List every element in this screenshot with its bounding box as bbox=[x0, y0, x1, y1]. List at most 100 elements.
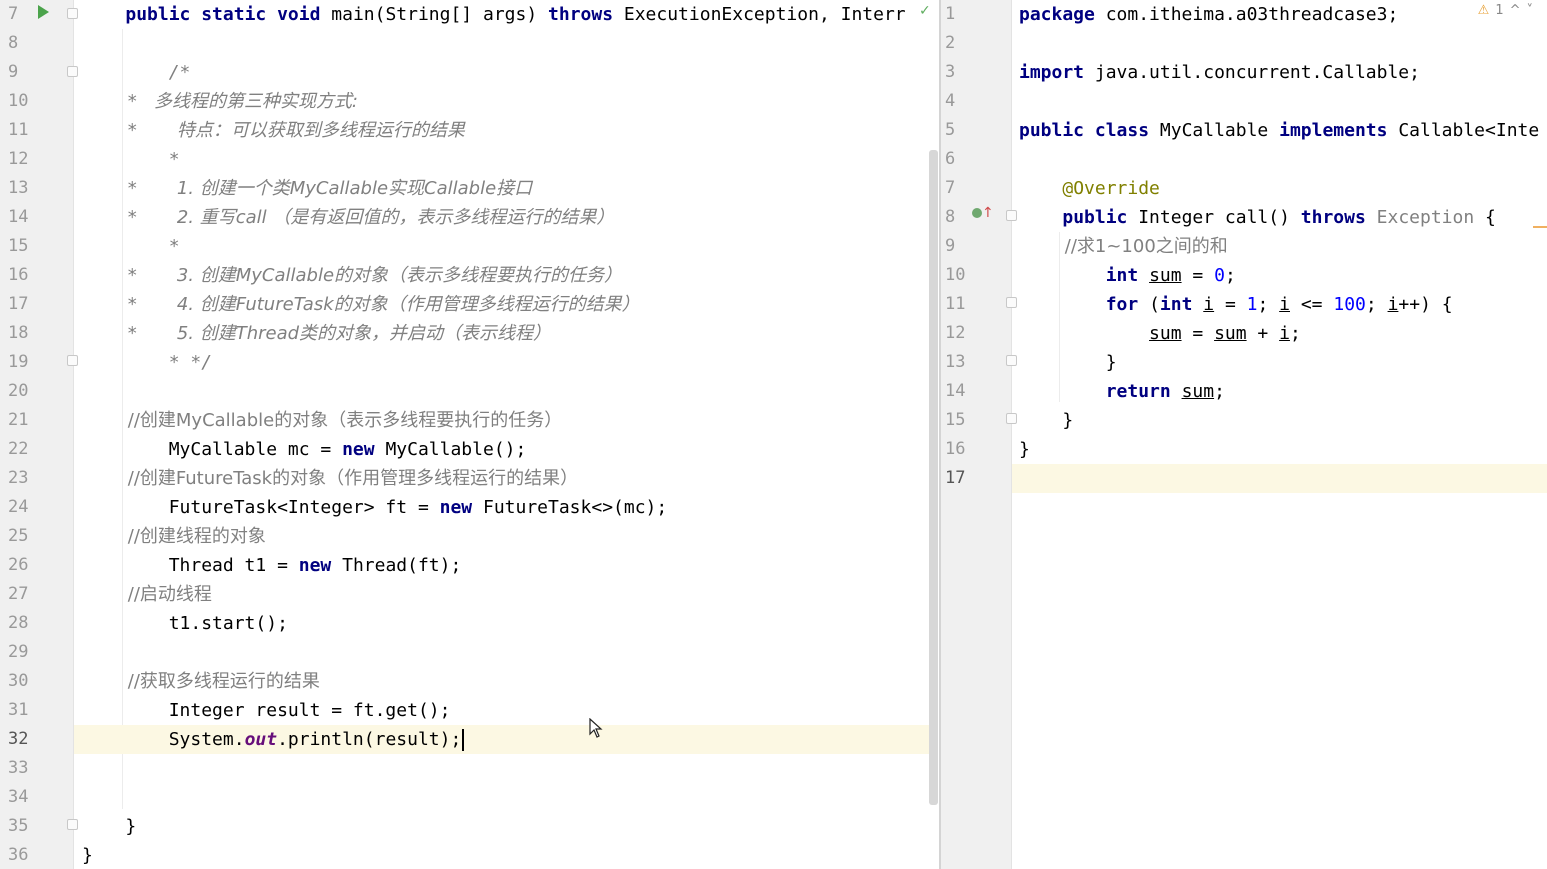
code-line[interactable]: for (int i = 1; i <= 100; i++) { bbox=[1012, 290, 1547, 319]
line-number[interactable]: 9 bbox=[8, 58, 38, 87]
code-line[interactable] bbox=[74, 29, 930, 58]
code-line[interactable]: int sum = 0; bbox=[1012, 261, 1547, 290]
line-number[interactable]: 3 bbox=[945, 58, 975, 87]
line-number[interactable]: 6 bbox=[945, 145, 975, 174]
code-line[interactable]: sum = sum + i; bbox=[1012, 319, 1547, 348]
line-number[interactable]: 16 bbox=[8, 261, 38, 290]
code-line[interactable]: * 5. 创建Thread类的对象，并启动（表示线程） bbox=[74, 319, 930, 348]
line-number[interactable]: 27 bbox=[8, 580, 38, 609]
code-line[interactable]: MyCallable mc = new MyCallable(); bbox=[74, 435, 930, 464]
line-number[interactable]: 7 bbox=[8, 0, 38, 29]
code-line[interactable]: //获取多线程运行的结果 bbox=[74, 667, 930, 696]
line-number[interactable]: 16 bbox=[945, 435, 975, 464]
code-line[interactable]: * 多线程的第三种实现方式: bbox=[74, 87, 930, 116]
code-line[interactable]: } bbox=[74, 812, 930, 841]
code-line[interactable]: return sum; bbox=[1012, 377, 1547, 406]
code-line[interactable]: System.out.println(result); bbox=[74, 725, 930, 754]
code-line[interactable]: Thread t1 = new Thread(ft); bbox=[74, 551, 930, 580]
code-line[interactable]: * 特点：可以获取到多线程运行的结果 bbox=[74, 116, 930, 145]
override-icon[interactable] bbox=[972, 208, 982, 218]
code-line[interactable]: public static void main(String[] args) t… bbox=[74, 0, 930, 29]
left-code-area[interactable]: public static void main(String[] args) t… bbox=[74, 0, 930, 869]
code-line[interactable] bbox=[1012, 145, 1547, 174]
line-number[interactable]: 25 bbox=[8, 522, 38, 551]
line-number[interactable]: 11 bbox=[945, 290, 975, 319]
line-number[interactable]: 35 bbox=[8, 812, 38, 841]
code-line[interactable]: FutureTask<Integer> ft = new FutureTask<… bbox=[74, 493, 930, 522]
previous-highlight-icon[interactable]: ^ bbox=[1510, 3, 1521, 18]
line-number[interactable]: 13 bbox=[945, 348, 975, 377]
code-line[interactable]: * bbox=[74, 232, 930, 261]
left-editor-pane[interactable]: 7 8 9 10 11 12 13 14 15 16 17 18 19 20 21 22 23 24 25 26 27 2… bbox=[0, 0, 940, 869]
code-line[interactable]: //创建MyCallable的对象（表示多线程要执行的任务） bbox=[74, 406, 930, 435]
line-number[interactable]: 29 bbox=[8, 638, 38, 667]
code-line[interactable]: public Integer call() throws Exception { bbox=[1012, 203, 1547, 232]
line-number[interactable]: 18 bbox=[8, 319, 38, 348]
warning-icon[interactable]: ⚠ bbox=[1478, 3, 1490, 18]
code-line[interactable] bbox=[1012, 29, 1547, 58]
right-editor-pane[interactable]: 1 2 3 4 5 6 7 8 9 10 11 12 13 14 15 16 17 package com.it… bbox=[941, 0, 1547, 869]
code-line[interactable]: //创建线程的对象 bbox=[74, 522, 930, 551]
code-line[interactable] bbox=[1012, 87, 1547, 116]
line-number[interactable]: 11 bbox=[8, 116, 38, 145]
code-line[interactable]: * */ bbox=[74, 348, 930, 377]
code-line[interactable] bbox=[74, 638, 930, 667]
line-number[interactable]: 14 bbox=[8, 203, 38, 232]
line-number[interactable]: 8 bbox=[945, 203, 975, 232]
code-line[interactable] bbox=[1012, 464, 1547, 493]
line-number[interactable]: 30 bbox=[8, 667, 38, 696]
code-line[interactable]: //求1~100之间的和 bbox=[1012, 232, 1547, 261]
line-number[interactable]: 36 bbox=[8, 841, 38, 869]
line-number[interactable]: 5 bbox=[945, 116, 975, 145]
line-number[interactable]: 12 bbox=[945, 319, 975, 348]
code-line[interactable] bbox=[74, 377, 930, 406]
code-line[interactable]: import java.util.concurrent.Callable; bbox=[1012, 58, 1547, 87]
code-line[interactable]: Integer result = ft.get(); bbox=[74, 696, 930, 725]
line-number[interactable]: 17 bbox=[8, 290, 38, 319]
line-number[interactable]: 28 bbox=[8, 609, 38, 638]
line-number[interactable]: 15 bbox=[945, 406, 975, 435]
line-number[interactable]: 13 bbox=[8, 174, 38, 203]
line-number[interactable]: 1 bbox=[945, 0, 975, 29]
code-line[interactable]: //启动线程 bbox=[74, 580, 930, 609]
line-number[interactable]: 20 bbox=[8, 377, 38, 406]
code-line[interactable]: * bbox=[74, 145, 930, 174]
vertical-scrollbar[interactable] bbox=[929, 150, 938, 805]
line-number[interactable]: 9 bbox=[945, 232, 975, 261]
line-number[interactable]: 24 bbox=[8, 493, 38, 522]
line-number[interactable]: 33 bbox=[8, 754, 38, 783]
code-line[interactable]: /* bbox=[74, 58, 930, 87]
warning-stripe-mark[interactable] bbox=[1533, 226, 1547, 228]
override-arrow-icon[interactable]: ↑ bbox=[982, 205, 994, 221]
code-line[interactable]: } bbox=[1012, 348, 1547, 377]
warning-count[interactable]: 1 bbox=[1495, 3, 1503, 18]
line-number[interactable]: 22 bbox=[8, 435, 38, 464]
line-number[interactable]: 10 bbox=[8, 87, 38, 116]
check-icon[interactable]: ✓ bbox=[919, 3, 931, 19]
code-line[interactable] bbox=[74, 783, 930, 812]
right-gutter[interactable]: 1 2 3 4 5 6 7 8 9 10 11 12 13 14 15 16 17 bbox=[941, 0, 1017, 869]
right-code-area[interactable]: package com.itheima.a03threadcase3; impor… bbox=[1012, 0, 1547, 869]
line-number[interactable]: 23 bbox=[8, 464, 38, 493]
code-line[interactable]: t1.start(); bbox=[74, 609, 930, 638]
line-number[interactable]: 12 bbox=[8, 145, 38, 174]
code-line[interactable]: public class MyCallable implements Calla… bbox=[1012, 116, 1547, 145]
line-number[interactable]: 21 bbox=[8, 406, 38, 435]
code-line[interactable]: } bbox=[1012, 406, 1547, 435]
line-number[interactable]: 14 bbox=[945, 377, 975, 406]
line-number[interactable]: 4 bbox=[945, 87, 975, 116]
next-highlight-icon[interactable]: ˅ bbox=[1527, 3, 1534, 18]
line-number[interactable]: 15 bbox=[8, 232, 38, 261]
line-number[interactable]: 7 bbox=[945, 174, 975, 203]
code-line[interactable] bbox=[74, 754, 930, 783]
code-line[interactable]: * 1. 创建一个类MyCallable实现Callable接口 bbox=[74, 174, 930, 203]
line-number[interactable]: 26 bbox=[8, 551, 38, 580]
line-number[interactable]: 8 bbox=[8, 29, 38, 58]
line-number[interactable]: 2 bbox=[945, 29, 975, 58]
code-line[interactable]: package com.itheima.a03threadcase3; bbox=[1012, 0, 1547, 29]
line-number[interactable]: 10 bbox=[945, 261, 975, 290]
code-line[interactable]: } bbox=[74, 841, 930, 869]
code-line[interactable]: * 2. 重写call （是有返回值的，表示多线程运行的结果） bbox=[74, 203, 930, 232]
code-line[interactable]: } bbox=[1012, 435, 1547, 464]
code-line[interactable]: @Override bbox=[1012, 174, 1547, 203]
